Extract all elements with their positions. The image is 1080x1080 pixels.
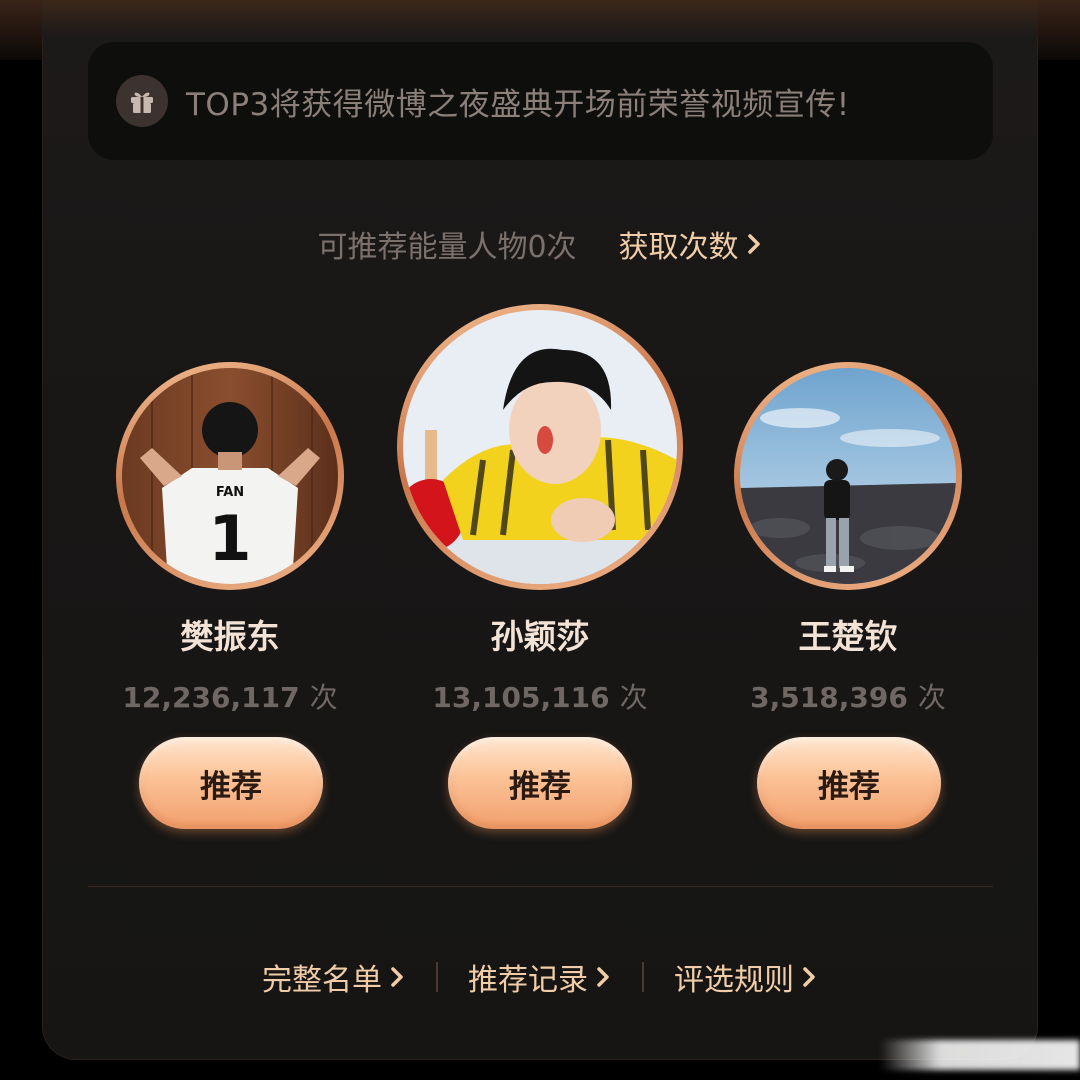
chevron-right-icon — [747, 234, 760, 254]
candidate-name: 孙颖莎 — [490, 617, 590, 656]
avatar[interactable] — [397, 304, 683, 590]
svg-text:FAN: FAN — [216, 485, 244, 500]
vote-count-unit: 次 — [309, 681, 338, 714]
gift-icon — [116, 75, 168, 127]
recommend-button[interactable]: 推荐 — [139, 737, 323, 829]
vote-count: 3,518,396 次 — [750, 676, 946, 716]
vote-count: 12,236,117 次 — [122, 676, 337, 716]
separator — [642, 962, 644, 992]
chevron-right-icon — [597, 967, 609, 987]
candidate-name: 樊振东 — [180, 617, 280, 656]
candidate-card: 孙颖莎 13,105,116 次 — [390, 304, 690, 716]
quota-row: 可推荐能量人物0次 获取次数 — [0, 222, 1080, 266]
vote-count-unit: 次 — [917, 681, 946, 714]
avatar[interactable]: FAN 1 — [116, 362, 344, 590]
candidate-name: 王楚钦 — [798, 617, 898, 656]
get-more-label: 获取次数 — [618, 230, 739, 265]
notice-text: TOP3将获得微博之夜盛典开场前荣誉视频宣传! — [186, 86, 850, 123]
separator — [436, 962, 438, 992]
get-more-link[interactable]: 获取次数 — [619, 222, 763, 266]
candidate-card: 王楚钦 3,518,396 次 — [698, 362, 998, 716]
divider — [88, 886, 993, 887]
watermark — [880, 1040, 1080, 1070]
recommend-button[interactable]: 推荐 — [757, 737, 941, 829]
vote-count: 13,105,116 次 — [432, 676, 647, 716]
full-list-label: 完整名单 — [262, 963, 382, 998]
vote-count-value: 13,105,116 — [432, 681, 610, 714]
rules-label: 评选规则 — [674, 963, 794, 998]
vote-count-value: 3,518,396 — [750, 681, 908, 714]
footer-links: 完整名单 推荐记录 评选规则 — [0, 952, 1080, 1002]
avatar[interactable] — [734, 362, 962, 590]
notice-banner: TOP3将获得微博之夜盛典开场前荣誉视频宣传! — [88, 42, 993, 160]
record-link[interactable]: 推荐记录 — [468, 955, 612, 999]
chevron-right-icon — [391, 967, 403, 987]
candidate-card: FAN 1 樊振东 12,236,117 次 — [80, 362, 380, 716]
record-label: 推荐记录 — [468, 963, 588, 998]
rules-link[interactable]: 评选规则 — [674, 955, 818, 999]
full-list-link[interactable]: 完整名单 — [262, 955, 406, 999]
vote-count-unit: 次 — [619, 681, 648, 714]
quota-text: 可推荐能量人物0次 — [317, 230, 577, 265]
vote-count-value: 12,236,117 — [122, 681, 300, 714]
svg-text:1: 1 — [208, 502, 251, 575]
chevron-right-icon — [803, 967, 815, 987]
recommend-button[interactable]: 推荐 — [448, 737, 632, 829]
